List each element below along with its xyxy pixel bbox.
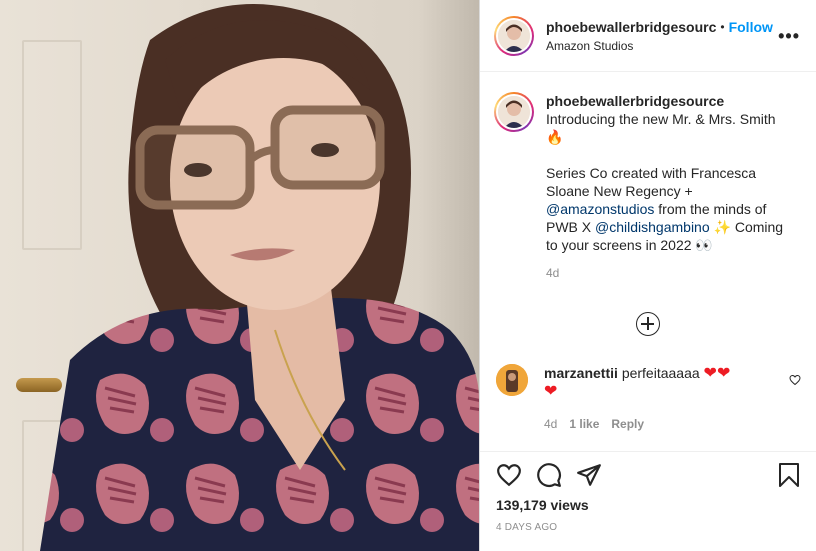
caption-body-start: Series Co created with Francesca Sloane … [546, 165, 757, 199]
post-sidebar: phoebewallerbridgesourc • Follow Amazon … [479, 0, 816, 551]
person-illustration [40, 4, 479, 551]
view-count[interactable]: 139,179 views [496, 497, 589, 513]
heart-icon[interactable] [496, 462, 522, 488]
commenter-username[interactable]: marzanettii [544, 365, 618, 381]
author-avatar[interactable] [494, 15, 534, 56]
posted-time[interactable]: 4 DAYS AGO [496, 522, 557, 533]
sparkle-emoji: ✨ [713, 219, 731, 235]
caption-body: Series Co created with Francesca Sloane … [546, 164, 796, 254]
reply-button[interactable]: Reply [611, 415, 644, 433]
post-caption: phoebewallerbridgesource Introducing the… [494, 92, 804, 282]
mention-amazonstudios[interactable]: @amazonstudios [546, 201, 654, 217]
avatar-photo [498, 19, 530, 52]
mention-childishgambino[interactable]: @childishgambino [595, 219, 710, 235]
comment-text: perfeitaaaaa [621, 365, 700, 381]
caption-time[interactable]: 4d [546, 264, 796, 282]
comment-likes[interactable]: 1 like [569, 415, 599, 433]
comment-icon[interactable] [536, 462, 562, 488]
red-heart: ❤ [544, 383, 558, 400]
caption-line1: Introducing the new Mr. & Mrs. Smith [546, 111, 776, 127]
comment-like-heart-icon[interactable] [789, 374, 801, 386]
comment-item: marzanettii perfeitaaaaa ❤❤ ❤ 4d 1 like … [496, 364, 801, 433]
more-options-icon[interactable]: ••• [778, 26, 800, 47]
separator-dot: • [720, 19, 725, 34]
bookmark-icon[interactable] [777, 462, 801, 488]
caption-avatar[interactable] [494, 92, 534, 132]
post-location[interactable]: Amazon Studios [546, 39, 773, 53]
instagram-post: phoebewallerbridgesourc • Follow Amazon … [0, 0, 816, 551]
author-username[interactable]: phoebewallerbridgesourc [546, 19, 716, 35]
red-hearts: ❤❤ [703, 365, 731, 382]
comment-time[interactable]: 4d [544, 415, 557, 433]
post-video[interactable] [0, 0, 479, 551]
avatar-photo [498, 96, 530, 128]
caption-username[interactable]: phoebewallerbridgesource [546, 93, 724, 109]
post-header: phoebewallerbridgesourc • Follow Amazon … [480, 0, 816, 72]
share-icon[interactable] [576, 462, 602, 488]
eyes-emoji: 👀 [695, 237, 713, 253]
follow-button[interactable]: Follow [729, 19, 773, 35]
commenter-avatar[interactable] [496, 364, 528, 396]
fire-emoji: 🔥 [546, 129, 564, 145]
plus-circle-icon[interactable] [636, 312, 660, 336]
action-bar: 139,179 views 4 DAYS AGO [480, 451, 816, 551]
